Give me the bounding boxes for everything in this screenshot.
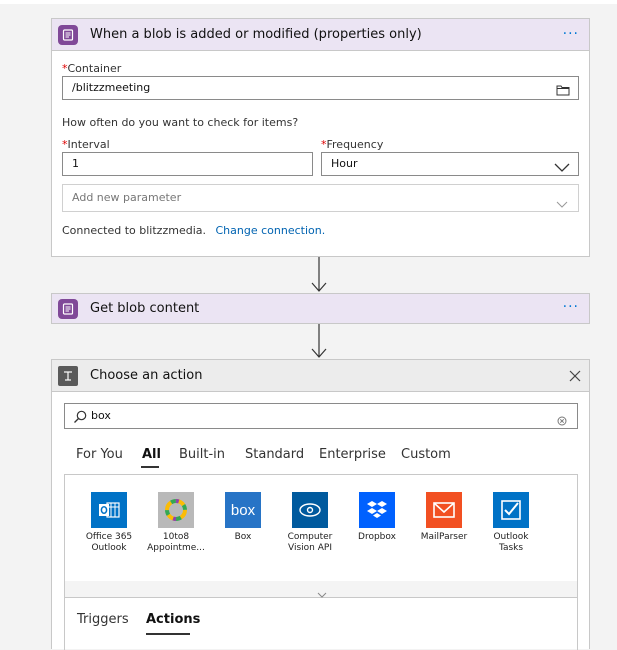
box-icon: box [225,492,261,528]
choose-action-header: Choose an action [52,360,589,392]
get-blob-card[interactable]: Get blob content ··· [51,293,590,324]
eye-icon [292,492,328,528]
connector-search-input[interactable]: box [64,403,578,429]
envelope-icon [426,492,462,528]
connector-label: Office 365 Outlook [85,532,133,553]
container-value: /blitzzmeeting [72,81,151,94]
outlook-icon [91,492,127,528]
connector-label: Outlook Tasks [493,532,529,553]
trigger-header[interactable]: When a blob is added or modified (proper… [52,19,589,51]
chevron-down-icon [556,193,568,219]
frequency-value: Hour [331,157,358,170]
connector-label: 10to8 Appointme... [147,532,205,553]
add-parameter-placeholder: Add new parameter [72,191,182,204]
search-icon [73,409,87,433]
container-input[interactable]: /blitzzmeeting [62,76,579,100]
connector-outlook-tasks[interactable]: Outlook Tasks [481,492,541,554]
interval-value: 1 [72,157,79,170]
change-connection-link[interactable]: Change connection. [215,224,325,237]
connector-mailparser[interactable]: MailParser [414,492,474,543]
folder-icon[interactable] [556,82,570,104]
results-panel: Triggers Actions [64,598,578,650]
connector-label: Box [234,532,252,542]
chevron-down-icon [554,159,570,181]
trigger-more-button[interactable]: ··· [563,26,579,42]
connector-label: Dropbox [358,532,396,542]
frequency-select[interactable]: Hour [321,152,579,176]
connector-office-365-outlook[interactable]: Office 365 Outlook [79,492,139,554]
flow-arrow [311,324,327,363]
trigger-title: When a blob is added or modified (proper… [90,27,422,42]
canvas-top-edge [0,0,617,4]
tab-standard[interactable]: Standard [245,447,304,462]
check-question: How often do you want to check for items… [62,116,299,129]
interval-label: *Interval [62,138,110,151]
tab-custom[interactable]: Custom [401,447,451,462]
get-blob-title: Get blob content [90,301,200,316]
connector-label: Computer Vision API [287,532,333,553]
choose-action-title: Choose an action [90,368,203,383]
tab-actions[interactable]: Actions [146,612,200,627]
connection-info: Connected to blitzzmedia. Change connect… [62,224,325,237]
connected-text: Connected to blitzzmedia. [62,224,206,237]
tab-for-you[interactable]: For You [76,447,123,462]
action-step-icon [58,365,78,386]
dropbox-icon [359,492,395,528]
svg-text:box: box [231,502,256,519]
expand-connectors-button[interactable] [64,581,578,598]
add-parameter-select[interactable]: Add new parameter [62,184,579,212]
connector-box[interactable]: box Box [213,492,273,543]
container-label: *Container [62,62,122,75]
active-tab-underline [146,633,190,635]
close-icon[interactable] [569,364,581,387]
ring-icon [158,492,194,528]
interval-input[interactable]: 1 [62,152,313,176]
choose-action-card: Choose an action box For You All Built-i… [51,359,590,650]
connector-label: MailParser [420,532,468,542]
flow-arrow [311,257,327,297]
tab-built-in[interactable]: Built-in [179,447,225,462]
active-tab-underline [141,466,159,468]
tab-triggers[interactable]: Triggers [77,612,129,627]
connector-computer-vision-api[interactable]: Computer Vision API [280,492,340,554]
tab-all[interactable]: All [142,447,161,462]
tab-enterprise[interactable]: Enterprise [319,447,386,462]
clear-search-icon[interactable] [557,411,567,435]
checkbox-icon [493,492,529,528]
blob-storage-icon [58,24,78,45]
blob-storage-icon [58,298,78,319]
trigger-card: When a blob is added or modified (proper… [51,18,590,257]
search-value: box [91,409,111,422]
frequency-label: *Frequency [321,138,384,151]
connector-10to8[interactable]: 10to8 Appointme... [146,492,206,554]
get-blob-more-button[interactable]: ··· [563,299,579,315]
connector-grid: Office 365 Outlook 10to8 Appointme... box … [64,474,578,582]
connector-dropbox[interactable]: Dropbox [347,492,407,543]
get-blob-header[interactable]: Get blob content ··· [52,294,589,323]
